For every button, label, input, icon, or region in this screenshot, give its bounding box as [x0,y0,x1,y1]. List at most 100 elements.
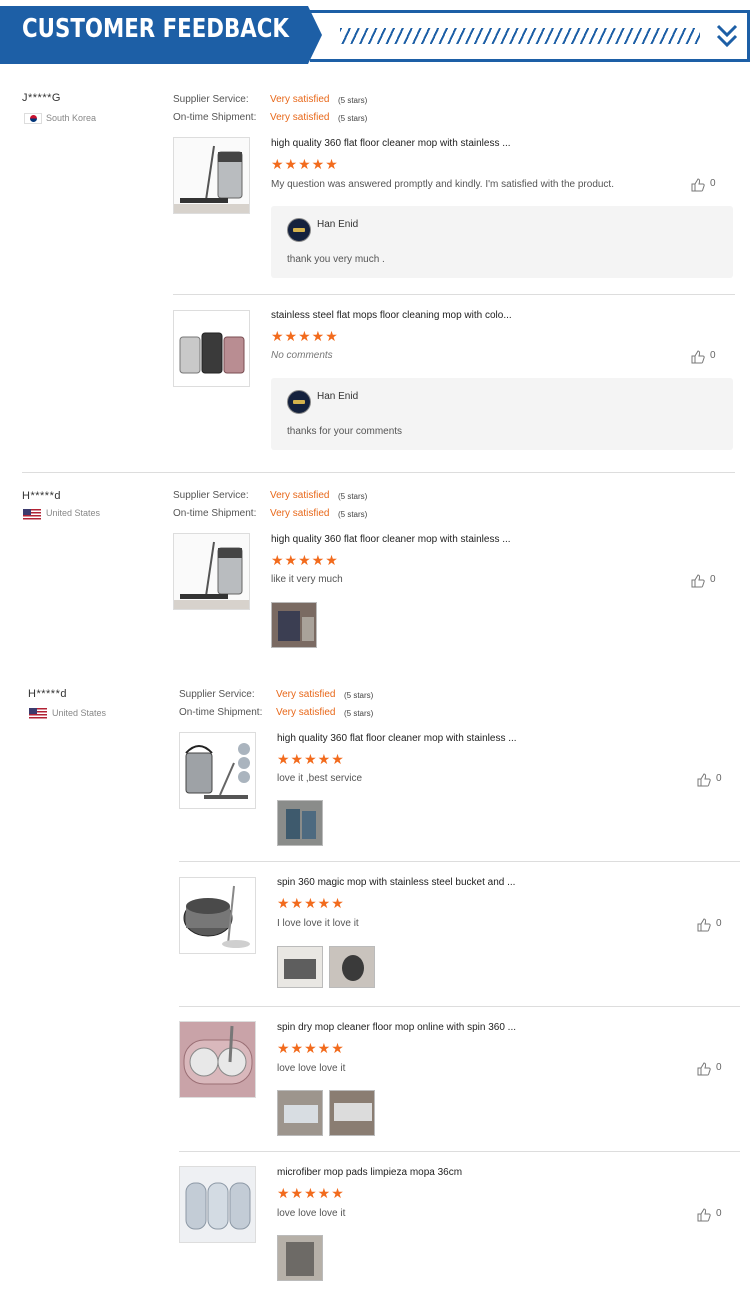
like-count: 0 [716,1062,722,1073]
thumbs-up-icon [691,574,705,588]
seller-reply: Han Enid thank you very much . [271,206,733,278]
reviewer-country: United States [52,708,107,718]
thumbs-up-icon [697,1062,711,1076]
flag-united-states-icon [29,708,47,719]
review-photo[interactable] [271,602,317,648]
like-button[interactable]: 0 [697,1062,727,1076]
review-photo[interactable] [329,1090,375,1136]
seller-reply: Han Enid thanks for your comments [271,378,733,450]
like-count: 0 [710,574,716,585]
flag-south-korea-icon [24,113,42,124]
product-title-link[interactable]: high quality 360 flat floor cleaner mop … [271,138,511,149]
ontime-shipment-stars: (5 stars) [344,709,374,718]
product-thumbnail[interactable] [179,877,256,954]
review-comment: love love love it [277,1208,346,1219]
thumbs-up-icon [691,178,705,192]
review-comment: I love love it love it [277,918,359,929]
product-thumbnail[interactable] [173,137,250,214]
product-rating-stars: ★★★★★ [277,1040,345,1056]
product-title-link[interactable]: spin dry mop cleaner floor mop online wi… [277,1022,516,1033]
thumbs-up-icon [697,918,711,932]
review-comment: like it very much [271,574,343,585]
like-count: 0 [710,178,716,189]
seller-avatar [287,390,311,414]
product-rating-stars: ★★★★★ [271,156,339,172]
supplier-service-rating: Very satisfied [270,490,330,501]
review-comment: love it ,best service [277,773,363,784]
product-thumbnail[interactable] [179,1166,256,1243]
thumbs-up-icon [697,1208,711,1222]
item-divider [179,861,740,862]
like-button[interactable]: 0 [691,574,721,588]
product-rating-stars: ★★★★★ [277,751,345,767]
product-title-link[interactable]: spin 360 magic mop with stainless steel … [277,877,515,888]
product-thumbnail[interactable] [179,1021,256,1098]
reviewer-name: H*****d [28,688,67,700]
review-comment: love love love it [277,1063,346,1074]
ontime-shipment-label: On-time Shipment: [179,707,263,718]
ontime-shipment-stars: (5 stars) [338,510,368,519]
item-divider [173,294,735,295]
ontime-shipment-label: On-time Shipment: [173,508,257,519]
product-title-link[interactable]: high quality 360 flat floor cleaner mop … [277,733,517,744]
chevron-double-down-icon[interactable] [716,22,738,50]
like-button[interactable]: 0 [691,350,721,364]
supplier-service-label: Supplier Service: [179,689,255,700]
like-count: 0 [716,918,722,929]
ontime-shipment-rating: Very satisfied [270,112,330,123]
supplier-service-stars: (5 stars) [338,492,368,501]
review-divider [22,472,735,473]
supplier-service-rating: Very satisfied [270,94,330,105]
product-rating-stars: ★★★★★ [277,895,345,911]
supplier-service-label: Supplier Service: [173,490,249,501]
product-title-link[interactable]: microfiber mop pads limpieza mopa 36cm [277,1167,462,1178]
seller-avatar [287,218,311,242]
like-button[interactable]: 0 [697,773,727,787]
review-photo[interactable] [277,946,323,988]
like-button[interactable]: 0 [691,178,721,192]
thumbs-up-icon [697,773,711,787]
reviewer-country: South Korea [46,113,97,123]
reviewer-name: J*****G [22,92,61,104]
review-comment: My question was answered promptly and ki… [271,179,614,190]
seller-name: Han Enid [317,219,359,230]
supplier-service-label: Supplier Service: [173,94,249,105]
feedback-banner: CUSTOMER FEEDBACK [0,0,750,66]
product-thumbnail[interactable] [173,533,250,610]
product-rating-stars: ★★★★★ [277,1185,345,1201]
thumbs-up-icon [691,350,705,364]
product-rating-stars: ★★★★★ [271,328,339,344]
review-photo[interactable] [329,946,375,988]
ontime-shipment-rating: Very satisfied [270,508,330,519]
product-title-link[interactable]: stainless steel flat mops floor cleaning… [271,310,512,321]
supplier-service-stars: (5 stars) [338,96,368,105]
seller-reply-text: thanks for your comments [287,426,403,437]
reviewer-name: H*****d [22,490,61,502]
review-comment: No comments [271,350,333,361]
review-photo[interactable] [277,1235,323,1281]
product-thumbnail[interactable] [179,732,256,809]
item-divider [179,1151,740,1152]
banner-stripes [340,28,700,44]
seller-name: Han Enid [317,391,359,402]
flag-united-states-icon [23,509,41,520]
like-button[interactable]: 0 [697,1208,727,1222]
ontime-shipment-stars: (5 stars) [338,114,368,123]
seller-reply-text: thank you very much . [287,254,385,265]
like-count: 0 [710,350,716,361]
product-title-link[interactable]: high quality 360 flat floor cleaner mop … [271,534,511,545]
item-divider [179,1006,740,1007]
product-thumbnail[interactable] [173,310,250,387]
like-count: 0 [716,773,722,784]
like-button[interactable]: 0 [697,918,727,932]
review-photo[interactable] [277,1090,323,1136]
review-photo[interactable] [277,800,323,846]
reviewer-country: United States [46,508,101,518]
ontime-shipment-rating: Very satisfied [276,707,336,718]
product-rating-stars: ★★★★★ [271,552,339,568]
supplier-service-stars: (5 stars) [344,691,374,700]
page-title: CUSTOMER FEEDBACK [22,14,289,44]
ontime-shipment-label: On-time Shipment: [173,112,257,123]
like-count: 0 [716,1208,722,1219]
supplier-service-rating: Very satisfied [276,689,336,700]
